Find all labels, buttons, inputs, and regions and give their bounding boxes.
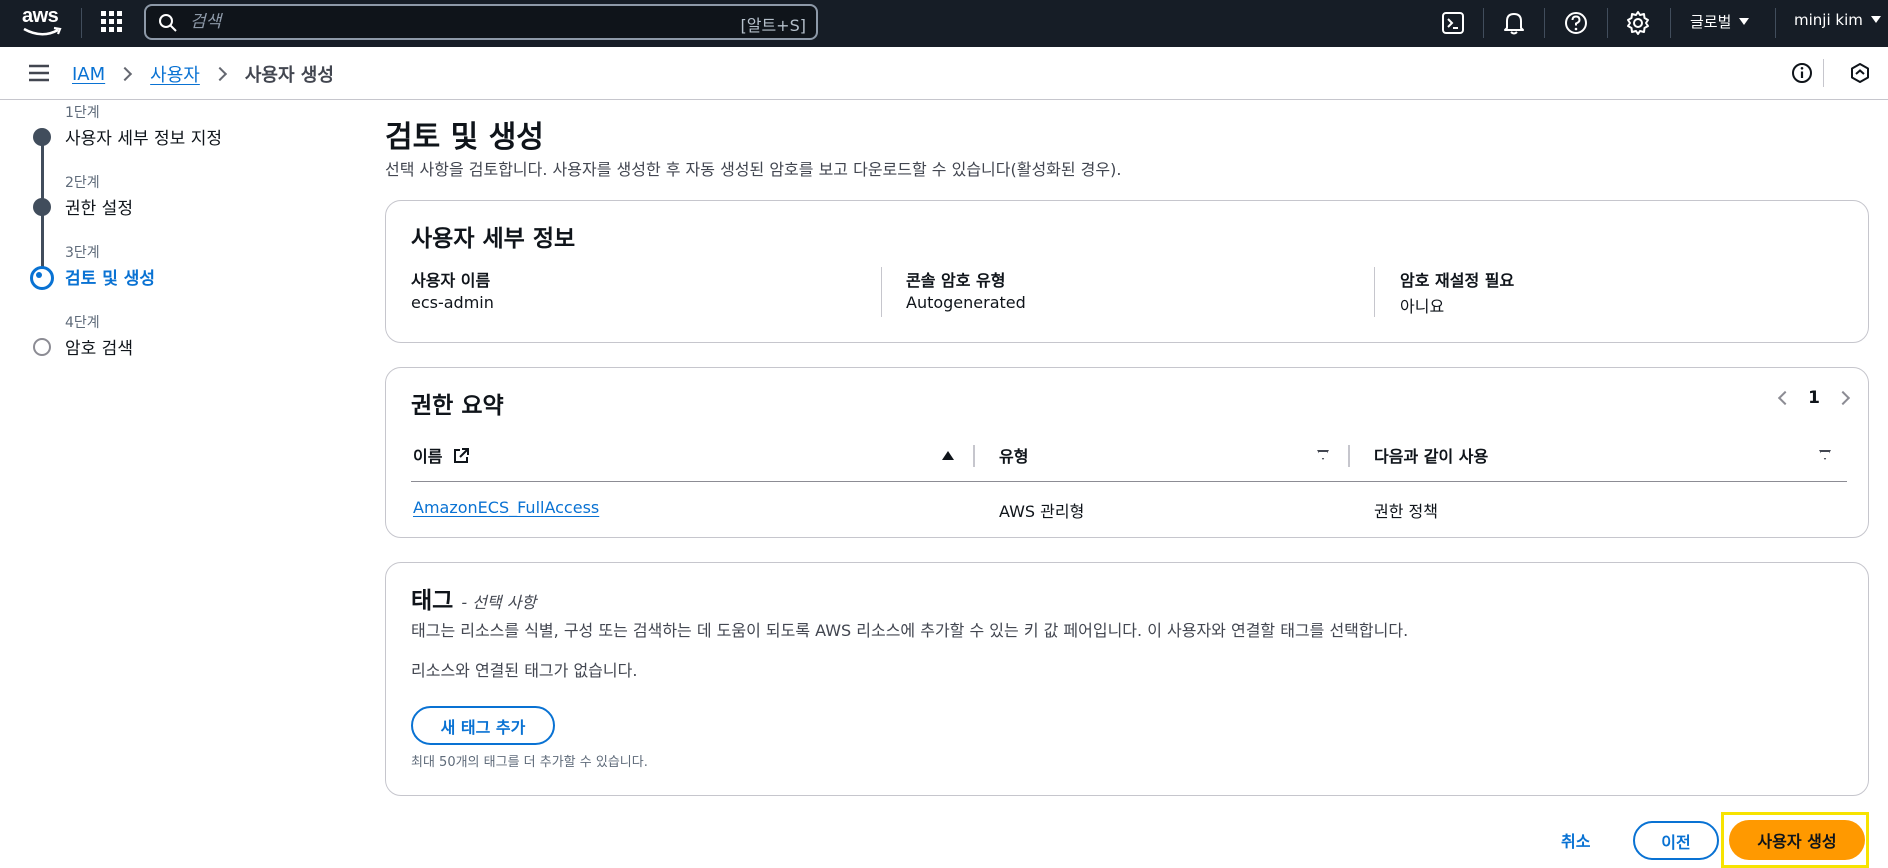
divider [1374,267,1375,317]
add-tag-button[interactable]: 새 태그 추가 [411,706,555,745]
aws-smile-icon [23,26,62,36]
search-icon [159,14,177,32]
tags-hint: 최대 50개의 태그를 더 추가할 수 있습니다. [411,755,648,770]
step-complete-icon [33,198,51,216]
chevron-right-icon [212,66,227,82]
region-label: 글로벌 [1690,13,1732,31]
chevron-left-icon[interactable] [1778,390,1793,406]
permissions-summary-card: 권한 요약 1 이름 유형 다음과 같이 사용 AmazonECS_FullAc… [385,367,1869,538]
breadcrumb-bar: IAM 사용자 사용자 생성 [0,47,1888,100]
nav-divider [1544,8,1545,38]
page-title: 검토 및 생성 [385,120,544,155]
pagination: 1 [1778,388,1851,408]
caret-down-icon [1870,16,1881,23]
cancel-button[interactable]: 취소 [1561,828,1590,852]
menu-icon[interactable] [29,64,49,82]
tags-empty-message: 리소스와 연결된 태그가 없습니다. [411,661,638,680]
sort-icon[interactable] [1317,450,1329,460]
grid-icon[interactable] [101,11,123,33]
breadcrumb-iam[interactable]: IAM [72,64,105,85]
sort-icon[interactable] [1819,450,1831,460]
step-title: 사용자 세부 정보 지정 [65,129,222,149]
breadcrumb-current: 사용자 생성 [244,65,334,86]
column-header-type[interactable]: 유형 [999,443,1028,473]
nav-divider [1775,8,1776,38]
help-icon[interactable] [1563,10,1589,36]
divider [881,267,882,317]
column-divider [1348,445,1350,467]
step-pending-icon [33,338,51,356]
policy-link[interactable]: AmazonECS_FullAccess [413,498,599,517]
breadcrumb: IAM 사용자 사용자 생성 [72,61,334,87]
top-navigation: aws [알트+S] [0,0,1888,47]
cloudshell-icon[interactable] [1440,10,1466,36]
nav-divider [1670,8,1671,38]
column-divider [973,445,975,467]
user-details-card: 사용자 세부 정보 사용자 이름 ecs-admin 콘솔 암호 유형 Auto… [385,200,1869,343]
wizard-steps: 1단계 사용자 세부 정보 지정 2단계 권한 설정 3단계 검토 및 생성 4… [0,100,340,380]
account-menu[interactable]: minji kim [1794,11,1881,29]
chevron-right-icon[interactable] [1835,390,1851,406]
tags-description: 태그는 리소스를 식별, 구성 또는 검색하는 데 도움이 되도록 AWS 리소… [411,621,1409,640]
table-header-divider [411,481,1847,482]
step-number: 4단계 [65,315,100,331]
step-complete-icon [33,128,51,146]
info-icon[interactable] [1790,61,1814,85]
step-number: 2단계 [65,175,100,191]
search-bar[interactable]: [알트+S] [144,4,818,40]
username-value: ecs-admin [411,293,494,312]
card-title: 권한 요약 [411,393,504,419]
step-title: 암호 검색 [65,339,133,359]
create-user-button[interactable]: 사용자 생성 [1729,820,1865,860]
step-current-icon [30,266,54,290]
tags-card: 태그 - 선택 사항 태그는 리소스를 식별, 구성 또는 검색하는 데 도움이… [385,562,1869,796]
tags-title: 태그 [411,588,454,614]
nav-divider [1483,8,1484,38]
page-description: 선택 사항을 검토합니다. 사용자를 생성한 후 자동 생성된 암호를 보고 다… [385,160,1122,179]
caret-down-icon [1739,18,1750,25]
breadcrumb-users[interactable]: 사용자 [150,61,200,87]
optional-label: - 선택 사항 [461,593,537,612]
nav-divider [81,8,82,38]
step-connector [41,139,44,205]
policy-type: AWS 관리형 [999,502,1085,521]
step-title: 검토 및 생성 [65,269,156,289]
password-reset-label: 암호 재설정 필요 [1400,271,1515,290]
bell-icon[interactable] [1501,10,1527,36]
previous-button[interactable]: 이전 [1633,821,1719,860]
column-header-name[interactable]: 이름 [413,443,470,473]
policy-usage: 권한 정책 [1374,502,1438,521]
card-title: 사용자 세부 정보 [411,226,576,252]
username-label: 사용자 이름 [411,271,491,290]
column-header-used-as[interactable]: 다음과 같이 사용 [1374,443,1488,473]
gear-icon[interactable] [1625,10,1651,36]
column-header-label: 이름 [413,447,443,466]
feedback-icon[interactable] [1848,61,1872,85]
nav-divider [1607,8,1608,38]
step-number: 1단계 [65,105,100,121]
step-title: 권한 설정 [65,199,133,219]
page-number[interactable]: 1 [1808,388,1820,408]
external-link-icon [454,448,470,463]
console-password-type-value: Autogenerated [906,293,1026,312]
search-input[interactable] [190,10,640,34]
card-title: 태그 - 선택 사항 [411,581,536,615]
console-password-type-label: 콘솔 암호 유형 [906,271,1006,290]
region-selector[interactable]: 글로벌 [1690,11,1750,32]
divider [1823,59,1824,87]
chevron-right-icon [118,66,133,82]
aws-logo[interactable]: aws [22,5,62,41]
password-reset-value: 아니요 [1400,297,1445,316]
account-name: minji kim [1794,11,1863,29]
search-shortcut: [알트+S] [740,16,807,35]
sort-ascending-icon[interactable] [942,451,954,460]
step-number: 3단계 [65,245,100,261]
